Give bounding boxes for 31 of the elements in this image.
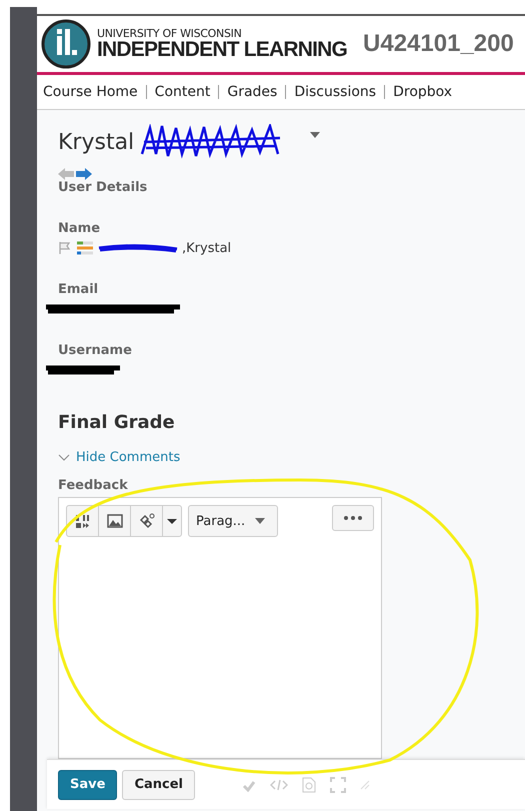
field-value: ,Krystal (182, 240, 232, 256)
cancel-button[interactable]: Cancel (122, 770, 195, 800)
logo-title: INDEPENDENT LEARNING (97, 39, 348, 60)
dropdown-caret-icon[interactable] (310, 132, 320, 138)
format-dropdown[interactable]: Parag... (188, 505, 278, 537)
nav-link[interactable]: Content (146, 85, 218, 99)
user-name-heading: Krystal (58, 130, 134, 154)
progress-list-icon[interactable] (76, 241, 94, 255)
logo-subtitle: UNIVERSITY OF WISCONSIN (97, 28, 243, 39)
section-heading: Final Grade (58, 412, 176, 433)
logo-icon (41, 19, 91, 69)
field-label: Feedback (58, 478, 129, 493)
field-label: Name (58, 221, 102, 236)
flag-icon[interactable] (58, 241, 72, 255)
nav-link[interactable]: Grades (218, 85, 286, 99)
field-label: Email (58, 282, 100, 297)
forward-arrow-icon[interactable] (76, 168, 92, 180)
nav-link[interactable]: Dropbox (384, 85, 460, 99)
save-button[interactable]: Save (58, 770, 118, 800)
more-options-button[interactable] (332, 505, 374, 531)
nav-link[interactable]: Course Home (43, 85, 146, 99)
chevron-icon[interactable] (58, 454, 70, 461)
feedback-editor[interactable]: Parag... (58, 497, 382, 759)
section-heading: User Details (58, 180, 148, 195)
nav-link[interactable]: Discussions (285, 85, 384, 99)
more-icon[interactable] (344, 516, 362, 520)
field-label: Username (58, 343, 133, 358)
course-code: U424101_200 (363, 30, 514, 58)
hide-comments-link[interactable]: Hide Comments (58, 450, 525, 465)
resize-grip-icon[interactable] (360, 780, 370, 790)
caret-icon[interactable] (255, 518, 266, 524)
